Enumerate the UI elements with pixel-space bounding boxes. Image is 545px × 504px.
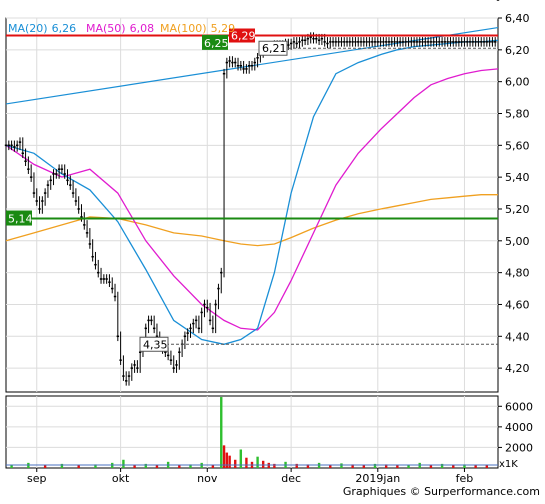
dashed-level-label: 6,21 — [262, 42, 287, 55]
legend-ma20: MA(20) 6,26 — [8, 22, 76, 35]
price-tick-label: 4,40 — [505, 330, 530, 343]
volume-unit-label: x1K — [499, 459, 518, 470]
legend-ma100: MA(100) 5,29 — [160, 22, 235, 35]
legend-ma20-label: MA(20) — [8, 22, 48, 35]
volume-bar — [225, 452, 229, 468]
volume-bar — [256, 456, 259, 468]
legend-ma20-value: 6,26 — [52, 22, 77, 35]
volume-bar — [234, 459, 237, 468]
price-tick-label: 5,20 — [505, 203, 530, 216]
x-tick-label: 2019jan — [355, 472, 400, 485]
price-tick-label: 6,20 — [505, 44, 530, 57]
legend-ma100-value: 5,29 — [211, 22, 236, 35]
volume-bar — [228, 455, 231, 468]
x-axis: sep okt nov dec 2019jan feb — [27, 468, 473, 485]
volume-bar — [485, 465, 489, 468]
footer-credit: Graphiques © Surperformance.com — [343, 485, 540, 498]
price-tick-label: 4,80 — [505, 267, 530, 280]
volume-tick-label: 6000 — [505, 400, 533, 413]
volume-bar — [220, 397, 223, 468]
x-tick-label: dec — [281, 472, 301, 485]
legend-ma50: MA(50) 6,08 — [86, 22, 154, 35]
price-tick-label: 5,40 — [505, 171, 530, 184]
legend-ma100-label: MA(100) — [160, 22, 207, 35]
dashed-level-label: 4,35 — [143, 338, 168, 351]
legend-ma50-label: MA(50) — [86, 22, 126, 35]
volume-bar — [245, 457, 248, 468]
volume-bar — [261, 460, 265, 468]
price-tick-label: 4,60 — [505, 298, 530, 311]
stock-chart: 4,20 4,40 4,60 4,80 5,00 5,20 5,40 5,60 5,80 6,00… — [0, 0, 545, 500]
price-tick-label: 4,20 — [505, 362, 530, 375]
volume-tick-label: 4000 — [505, 421, 533, 434]
chart-canvas: 4,20 4,40 4,60 4,80 5,00 5,20 5,40 5,60 5,80 6,00… — [4, 0, 540, 498]
legend-ma50-value: 6,08 — [130, 22, 155, 35]
x-tick-label: okt — [112, 472, 130, 485]
level-tag-label: 5,14 — [8, 213, 33, 226]
volume-plot-frame — [5, 395, 499, 469]
x-tick-label: feb — [456, 472, 474, 485]
volume-tick-label: 2000 — [505, 441, 533, 454]
x-tick-label: sep — [27, 472, 46, 485]
volume-bar — [340, 463, 343, 468]
legend: MA(20) 6,26 MA(50) 6,08 MA(100) 5,29 — [8, 22, 235, 35]
volume-bar — [122, 459, 125, 468]
volume-panel: 2000 4000 6000 — [5, 395, 533, 469]
price-panel: 4,20 4,40 4,60 4,80 5,00 5,20 5,40 5,60 5,80 6,00… — [4, 0, 530, 393]
price-tick-label: 5,60 — [505, 139, 530, 152]
price-tag-label: 6,25 — [204, 37, 229, 50]
x-tick-label: nov — [197, 472, 218, 485]
volume-bar — [178, 465, 181, 468]
price-tick-label: 5,80 — [505, 107, 530, 120]
price-tick-label: 5,00 — [505, 235, 530, 248]
price-tick-label: 6,00 — [505, 76, 530, 89]
price-tick-label: 6,40 — [505, 12, 530, 25]
volume-bar — [43, 465, 47, 468]
